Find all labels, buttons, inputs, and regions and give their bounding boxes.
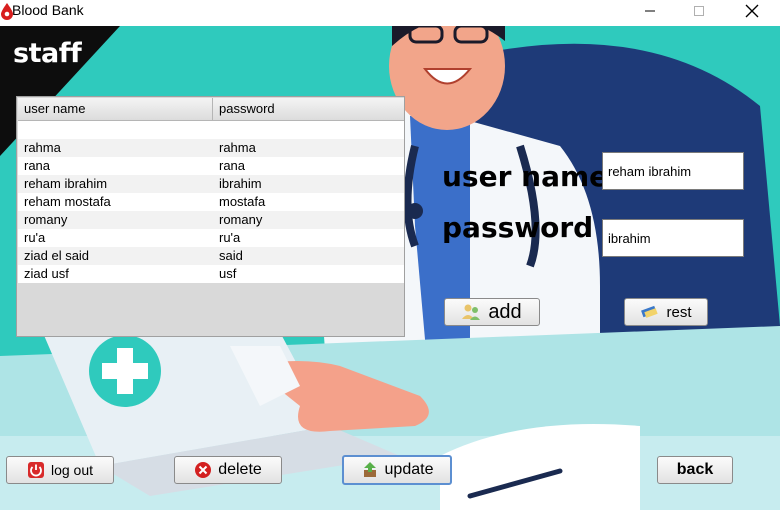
minimize-button[interactable] — [627, 0, 673, 22]
table-row[interactable]: romany romany — [18, 211, 404, 229]
delete-button[interactable]: delete — [174, 456, 282, 484]
table-row[interactable] — [18, 121, 404, 139]
cell-user-name: reham ibrahim — [24, 176, 108, 191]
update-button[interactable]: update — [342, 455, 452, 485]
delete-icon — [195, 462, 212, 478]
window-title: Blood Bank — [12, 2, 84, 18]
maximize-button[interactable] — [676, 0, 722, 22]
cell-user-name: romany — [24, 212, 68, 227]
table-row[interactable]: rana rana — [18, 157, 404, 175]
rest-button-label: rest — [666, 303, 692, 321]
password-label: password — [442, 211, 594, 244]
cell-user-name: rana — [24, 158, 51, 173]
cell-password: rana — [219, 158, 246, 173]
cell-password: ru'a — [219, 230, 241, 245]
users-table[interactable]: user name password rahma rahma rana rana… — [16, 96, 405, 337]
logout-button-label: log out — [50, 462, 94, 478]
add-button[interactable]: add — [444, 298, 540, 326]
cell-password: usf — [219, 266, 237, 281]
maximize-icon — [694, 6, 704, 16]
power-icon — [27, 462, 44, 478]
column-header-user-name[interactable]: user name — [18, 98, 213, 120]
close-icon — [745, 4, 759, 18]
table-row[interactable]: ziad el said said — [18, 247, 404, 265]
cell-password: ibrahim — [219, 176, 262, 191]
update-icon — [363, 462, 376, 477]
add-users-icon — [462, 304, 481, 320]
close-button[interactable] — [729, 0, 775, 22]
username-label: user name — [442, 160, 609, 193]
logout-button[interactable]: log out — [6, 456, 114, 484]
table-row[interactable]: ziad usf usf — [18, 265, 404, 283]
cell-password: said — [219, 248, 243, 263]
cell-user-name: rahma — [24, 140, 61, 155]
delete-button-label: delete — [218, 461, 262, 478]
cell-user-name: ziad el said — [24, 248, 90, 263]
table-row[interactable]: reham ibrahim ibrahim — [18, 175, 404, 193]
cell-user-name: reham mostafa — [24, 194, 111, 209]
rest-button[interactable]: rest — [624, 298, 708, 326]
table-header: user name password — [18, 98, 404, 121]
table-row[interactable]: ru'a ru'a — [18, 229, 404, 247]
username-field[interactable] — [602, 152, 744, 190]
table-body: rahma rahma rana rana reham ibrahim ibra… — [18, 121, 404, 283]
table-row[interactable]: reham mostafa mostafa — [18, 193, 404, 211]
cell-password: mostafa — [219, 194, 266, 209]
cell-user-name: ru'a — [24, 230, 46, 245]
back-button[interactable]: back — [657, 456, 733, 484]
eraser-icon — [641, 305, 659, 318]
page-title: staff — [13, 38, 82, 69]
minimize-icon — [645, 10, 655, 12]
cell-user-name: ziad usf — [24, 266, 69, 281]
update-button-label: update — [384, 461, 434, 478]
cell-password: romany — [219, 212, 263, 227]
cell-password: rahma — [219, 140, 256, 155]
password-field[interactable] — [602, 219, 744, 257]
title-bar: Blood Bank — [0, 0, 780, 26]
column-header-password[interactable]: password — [213, 98, 404, 120]
add-button-label: add — [488, 300, 522, 323]
table-row[interactable]: rahma rahma — [18, 139, 404, 157]
back-button-label: back — [676, 461, 714, 478]
